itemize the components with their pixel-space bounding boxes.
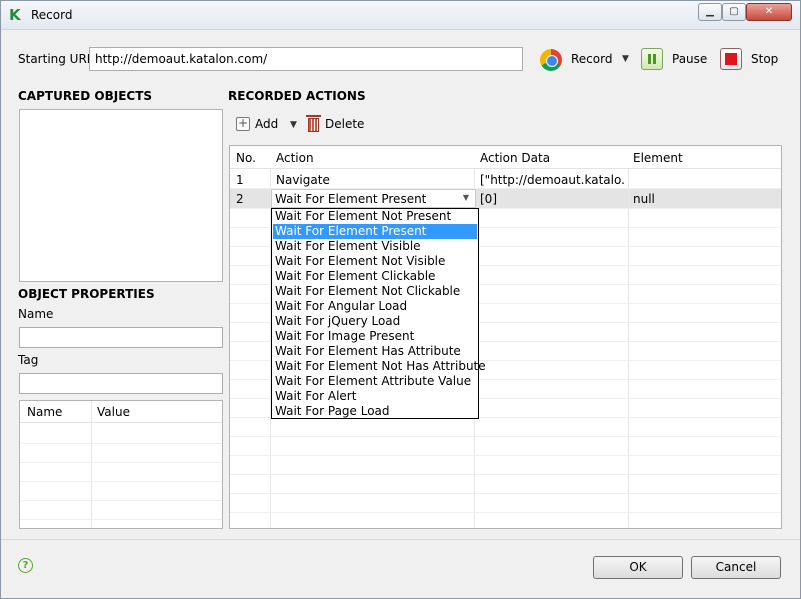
row-divider — [230, 455, 781, 456]
header-action-data[interactable]: Action Data — [480, 151, 550, 165]
maximize-button[interactable]: ▢ — [722, 3, 746, 21]
pause-button[interactable]: Pause — [672, 52, 707, 66]
dropdown-option[interactable]: Wait For Element Not Clickable — [273, 284, 477, 299]
combo-arrow-icon[interactable]: ▼ — [463, 193, 469, 202]
properties-row-divider — [20, 443, 222, 444]
dropdown-option[interactable]: Wait For Page Load — [273, 404, 477, 419]
dropdown-option[interactable]: Wait For Alert — [273, 389, 477, 404]
pause-icon[interactable] — [641, 48, 663, 70]
properties-row-divider — [20, 500, 222, 501]
dropdown-option[interactable]: Wait For Element Clickable — [273, 269, 477, 284]
dropdown-option[interactable]: Wait For Element Not Has Attribute — [273, 359, 486, 374]
row-1-action-data[interactable]: ["http://demoaut.katalo... — [480, 173, 626, 187]
add-dropdown-arrow-icon[interactable]: ▼ — [290, 120, 297, 130]
properties-column-divider — [91, 401, 92, 528]
window-title: Record — [31, 8, 73, 22]
row-divider — [230, 436, 781, 437]
starting-url-input[interactable]: http://demoaut.katalon.com/ — [89, 47, 523, 71]
header-element[interactable]: Element — [633, 151, 683, 165]
dropdown-option-selected[interactable]: Wait For Element Present — [273, 224, 477, 239]
record-button[interactable]: Record — [571, 52, 612, 66]
chrome-icon[interactable] — [540, 49, 562, 71]
dropdown-option[interactable]: Wait For Element Not Visible — [273, 254, 477, 269]
add-button[interactable]: Add — [255, 117, 278, 131]
object-properties-title: OBJECT PROPERTIES — [18, 287, 155, 301]
stop-button[interactable]: Stop — [751, 52, 778, 66]
row-2-action-data[interactable]: [0] — [480, 192, 497, 206]
close-button[interactable]: ✕ — [746, 3, 792, 21]
row-2-no: 2 — [236, 192, 244, 206]
title-bar: K Record ▁ ▢ ✕ — [1, 1, 800, 30]
record-dialog: K Record ▁ ▢ ✕ Starting URL http://demoa… — [0, 0, 801, 599]
dropdown-option[interactable]: Wait For Element Has Attribute — [273, 344, 477, 359]
row-divider — [230, 493, 781, 494]
captured-objects-title: CAPTURED OBJECTS — [18, 89, 153, 103]
add-icon[interactable]: + — [236, 117, 250, 131]
ok-button[interactable]: OK — [593, 556, 683, 579]
row-1-no: 1 — [236, 173, 244, 187]
actions-table-header: No. Action Action Data Element — [230, 146, 781, 169]
starting-url-label: Starting URL — [18, 52, 94, 66]
tag-field[interactable] — [19, 373, 223, 394]
dropdown-option[interactable]: Wait For Angular Load — [273, 299, 477, 314]
action-combo-value: Wait For Element Present — [275, 192, 427, 206]
dropdown-option[interactable]: Wait For Image Present — [273, 329, 477, 344]
dropdown-option[interactable]: Wait For Element Attribute Value — [273, 374, 477, 389]
minimize-button[interactable]: ▁ — [698, 3, 722, 21]
action-dropdown-list[interactable]: Wait For Element Not Present Wait For El… — [271, 208, 486, 419]
help-icon[interactable]: ? — [18, 558, 33, 573]
properties-header-value: Value — [97, 405, 130, 419]
action-combo-box[interactable]: Wait For Element Present ▼ — [271, 189, 476, 208]
stop-icon[interactable] — [720, 48, 742, 70]
tag-label: Tag — [18, 353, 39, 367]
row-2-element[interactable]: null — [633, 192, 655, 206]
delete-button[interactable]: Delete — [325, 117, 364, 131]
captured-objects-tree[interactable] — [19, 109, 223, 282]
properties-row-divider — [20, 481, 222, 482]
footer-separator — [1, 539, 800, 540]
properties-row-divider — [20, 519, 222, 520]
row-1-action[interactable]: Navigate — [276, 173, 330, 187]
recorded-actions-title: RECORDED ACTIONS — [228, 89, 366, 103]
record-dropdown-arrow-icon[interactable]: ▼ — [622, 54, 629, 64]
properties-row-divider — [20, 462, 222, 463]
column-divider — [628, 146, 629, 528]
header-action[interactable]: Action — [276, 151, 314, 165]
properties-header-name: Name — [27, 405, 63, 419]
trash-icon[interactable] — [306, 115, 321, 132]
dropdown-option[interactable]: Wait For Element Visible — [273, 239, 477, 254]
name-label: Name — [18, 307, 54, 321]
properties-table-header: Name Value — [20, 401, 222, 423]
dropdown-option[interactable]: Wait For jQuery Load — [273, 314, 477, 329]
header-no[interactable]: No. — [236, 151, 256, 165]
row-divider — [230, 512, 781, 513]
name-field[interactable] — [19, 327, 223, 348]
row-divider — [230, 474, 781, 475]
katalon-logo-icon: K — [9, 6, 21, 24]
dropdown-option[interactable]: Wait For Element Not Present — [273, 209, 477, 224]
cancel-button[interactable]: Cancel — [691, 556, 781, 579]
